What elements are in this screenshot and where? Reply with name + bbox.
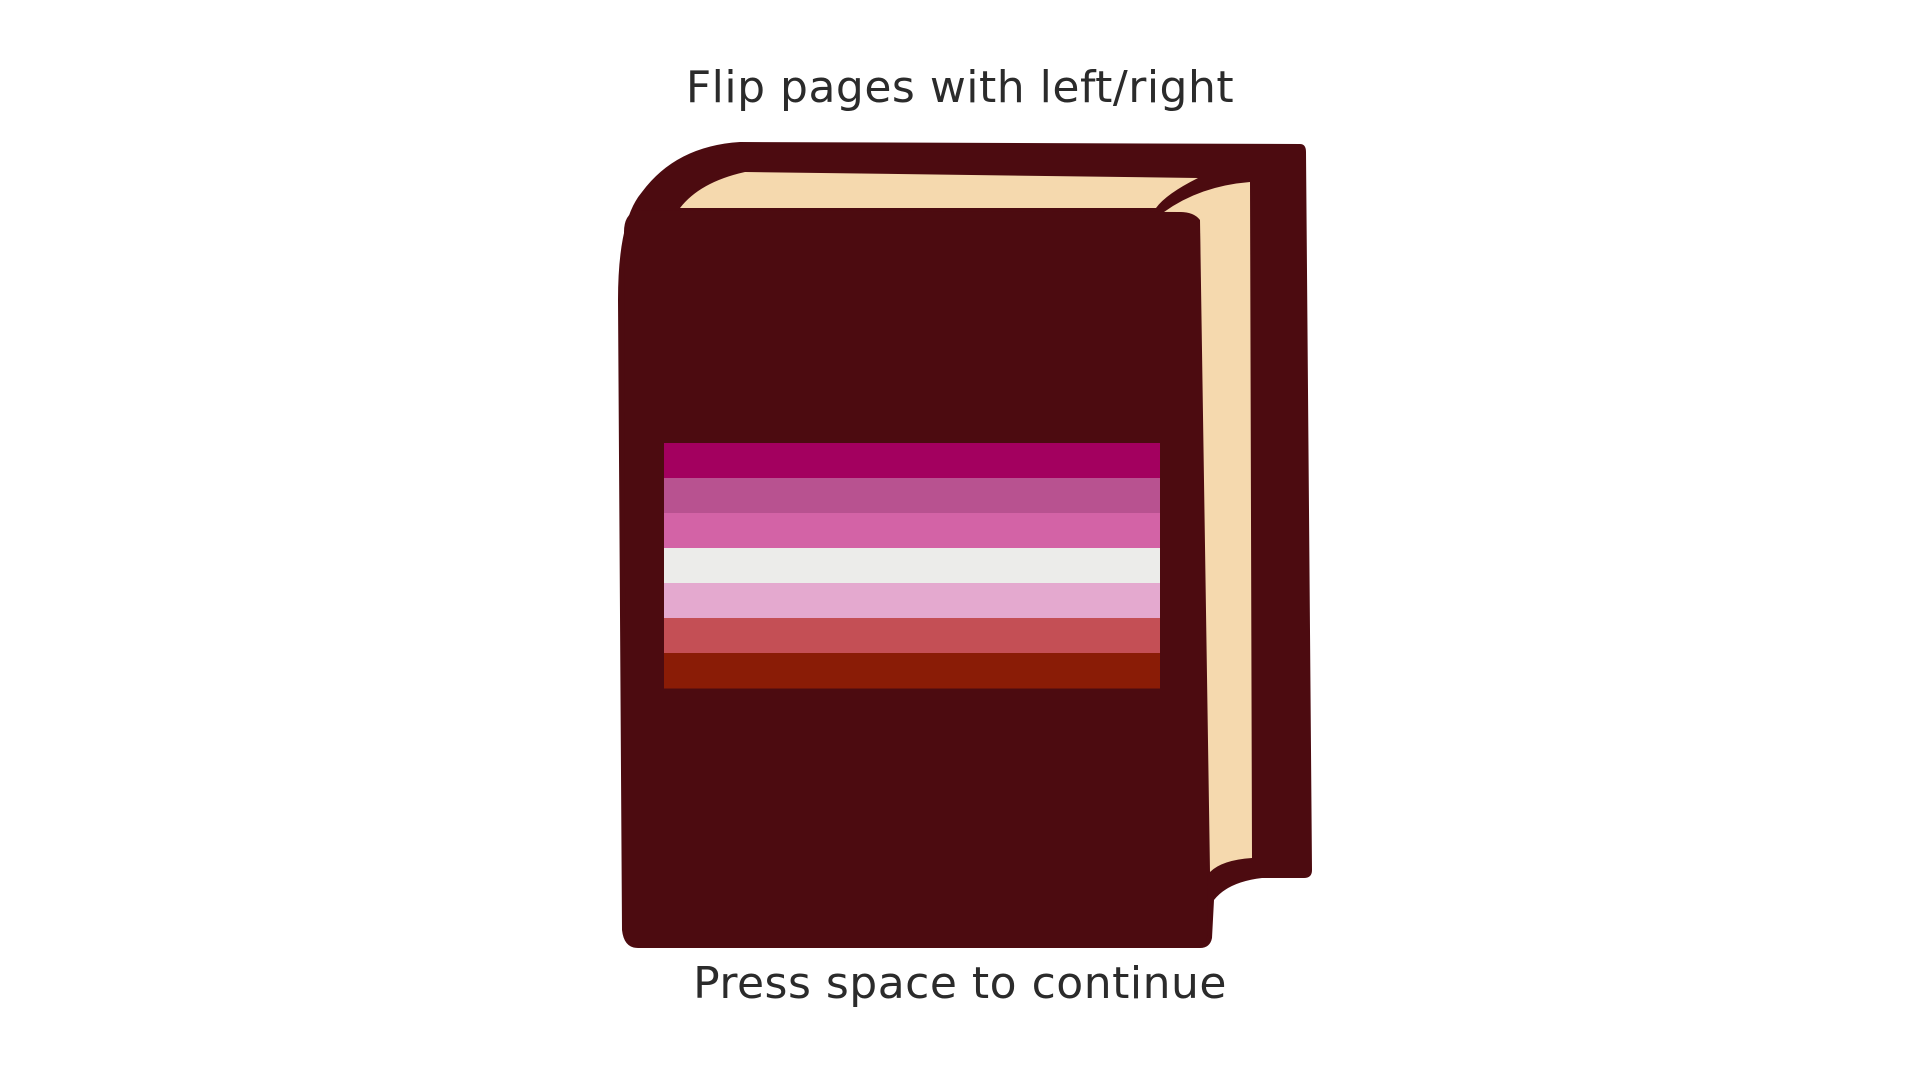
flag-stripe-4 [664, 548, 1160, 584]
flag-stripe-6 [664, 618, 1160, 654]
bottom-hint: Press space to continue [693, 958, 1227, 1009]
flag-stripe-7 [664, 653, 1160, 689]
closed-book-icon [618, 142, 1312, 948]
flag-stripe-3 [664, 513, 1160, 549]
flag-stripe-5 [664, 583, 1160, 619]
book [0, 0, 1920, 1080]
flag-stripe-2 [664, 478, 1160, 514]
book-top-pages [680, 172, 1198, 208]
lesbian-pride-flag [664, 443, 1160, 689]
flag-stripe-1 [664, 443, 1160, 479]
